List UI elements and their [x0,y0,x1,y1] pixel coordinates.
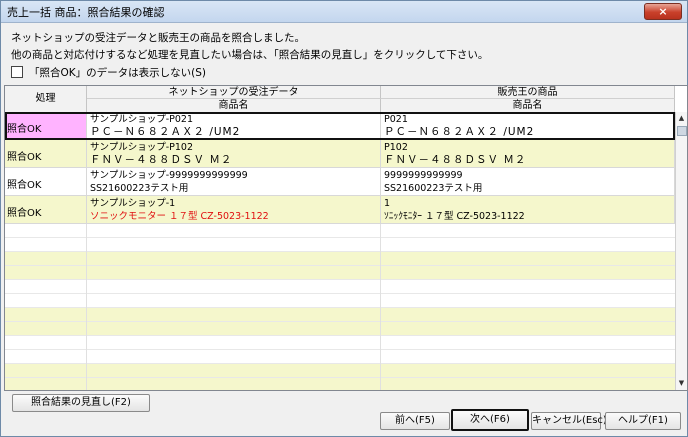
empty-row [5,350,675,364]
row-target: 9999999999999 SS21600223テスト用 [381,168,675,195]
empty-row [5,252,675,266]
header-target-name: 商品名 [381,99,675,112]
hide-ok-checkbox-label: 「照合OK」のデータは表示しない(S) [29,67,207,79]
dialog-window: 売上一括 商品：照合結果の確認 × ネットショップの受注データと販売王の商品を照… [0,0,688,437]
title-bar: 売上一括 商品：照合結果の確認 × [1,1,687,23]
empty-row [5,364,675,378]
scroll-down-icon[interactable]: ▼ [676,377,687,390]
table-row[interactable]: 照合OK サンプルショップ-9999999999999 SS21600223テスト… [5,168,675,196]
empty-row [5,294,675,308]
column-divider [380,224,381,390]
window-title: 売上一括 商品：照合結果の確認 [7,6,165,19]
next-button[interactable]: 次へ(F6) [451,409,529,431]
table-row[interactable]: 照合OK サンプルショップ-1 ソニックモニター １７型 CZ-5023-1122… [5,196,675,224]
source-code: サンプルショップ-9999999999999 [90,170,248,181]
scroll-thumb[interactable] [677,126,687,136]
target-code: P021 [384,114,408,125]
row-target: P102 ＦＮＶ－４８８ＤＳＶ Ｍ２ [381,140,675,167]
source-code: サンプルショップ-P102 [90,142,194,153]
grid-header: 処理 ネットショップの受注データ 商品名 販売王の商品 商品名 [5,86,675,113]
header-target-group: 販売王の商品 [381,86,675,99]
cancel-button[interactable]: キャンセル(Esc) [531,412,607,430]
vertical-scrollbar[interactable]: ▲ ▼ [675,112,687,390]
prev-button[interactable]: 前へ(F5) [380,412,450,430]
row-status: 照合OK [5,168,87,195]
target-product-name: ＰＣ－Ｎ６８２ＡＸ２ /UM2 [384,126,535,138]
target-code: 9999999999999 [384,170,463,181]
message-line-1: ネットショップの受注データと販売王の商品を照合しました。 [11,32,305,44]
source-product-name: ＰＣ－Ｎ６８２ＡＸ２ /UM2 [90,126,241,138]
help-button[interactable]: ヘルプ(F1) [605,412,681,430]
source-code: サンプルショップ-P021 [90,114,194,125]
empty-row [5,266,675,280]
review-match-button[interactable]: 照合結果の見直し(F2) [12,394,150,412]
empty-row [5,238,675,252]
table-row[interactable]: 照合OK サンプルショップ-P102 ＦＮＶ－４８８ＤＳＶ Ｍ２ P102 ＦＮＶ－… [5,140,675,168]
row-source: サンプルショップ-9999999999999 SS21600223テスト用 [87,168,381,195]
row-status: 照合OK [5,112,87,139]
row-status: 照合OK [5,196,87,223]
table-row[interactable]: 照合OK サンプルショップ-P021 ＰＣ－Ｎ６８２ＡＸ２ /UM2 P021 ＰＣ… [5,112,675,140]
target-code: 1 [384,198,391,209]
empty-row [5,280,675,294]
header-source-name: 商品名 [87,99,381,112]
header-source-group: ネットショップの受注データ [87,86,381,99]
target-product-name: ＦＮＶ－４８８ＤＳＶ Ｍ２ [384,154,527,166]
match-result-grid[interactable]: 処理 ネットショップの受注データ 商品名 販売王の商品 商品名 照合OK サンプ… [4,85,688,391]
row-status: 照合OK [5,140,87,167]
row-source: サンプルショップ-P021 ＰＣ－Ｎ６８２ＡＸ２ /UM2 [87,112,381,139]
row-source: サンプルショップ-1 ソニックモニター １７型 CZ-5023-1122 [87,196,381,223]
scroll-up-icon[interactable]: ▲ [676,112,687,125]
source-product-name: ソニックモニター １７型 CZ-5023-1122 [90,211,269,222]
column-divider [86,224,87,390]
target-product-name: ｿﾆｯｸﾓﾆﾀｰ １７型 CZ-5023-1122 [384,211,525,222]
source-product-name: ＦＮＶ－４８８ＤＳＶ Ｍ２ [90,154,233,166]
source-product-name: SS21600223テスト用 [90,183,189,194]
target-product-name: SS21600223テスト用 [384,183,483,194]
hide-ok-checkbox-row[interactable]: 「照合OK」のデータは表示しない(S) [11,65,206,80]
message-line-2: 他の商品と対応付けするなど処理を見直したい場合は、「照合結果の見直し」をクリック… [11,49,489,61]
header-status: 処理 [5,86,87,112]
hide-ok-checkbox[interactable] [11,66,23,78]
empty-row [5,322,675,336]
target-code: P102 [384,142,408,153]
source-code: サンプルショップ-1 [90,198,176,209]
empty-row [5,378,675,390]
row-target: 1 ｿﾆｯｸﾓﾆﾀｰ １７型 CZ-5023-1122 [381,196,675,223]
row-source: サンプルショップ-P102 ＦＮＶ－４８８ＤＳＶ Ｍ２ [87,140,381,167]
empty-row [5,224,675,238]
empty-row [5,336,675,350]
empty-row [5,308,675,322]
row-target: P021 ＰＣ－Ｎ６８２ＡＸ２ /UM2 [381,112,675,139]
close-button[interactable]: × [644,3,682,20]
